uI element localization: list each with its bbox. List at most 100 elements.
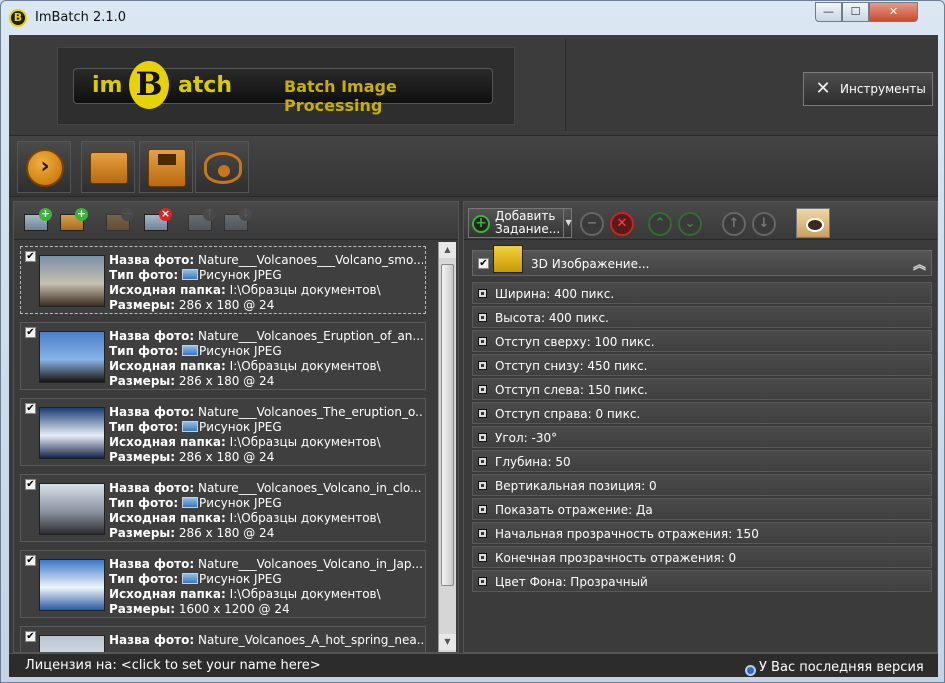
wrench-icon: ✕ [815, 78, 831, 99]
list-item[interactable]: ✔ Назва фото: Nature___Volcanoes_Volcano… [20, 550, 426, 618]
open-folder-button[interactable] [81, 141, 135, 193]
status-bar: Лицензия на: <click to set your name her… [9, 653, 938, 677]
preview-button[interactable] [195, 141, 249, 193]
delete-all-tasks-button[interactable]: ✕ [610, 212, 634, 236]
task-property[interactable]: Вертикальная позиция: 0 [472, 474, 932, 496]
item-checkbox[interactable]: ✔ [25, 479, 36, 490]
remove-task-button[interactable]: − [580, 212, 604, 236]
task-property[interactable]: Глубина: 50 [472, 450, 932, 472]
task-property[interactable]: Отступ справа: 0 пикс. [472, 402, 932, 424]
expand-icon [478, 457, 487, 466]
item-checkbox[interactable]: ✔ [25, 403, 36, 414]
photo-name: Назва фото: Nature_Volcanoes_A_hot_sprin… [109, 633, 423, 647]
item-checkbox[interactable]: ✔ [25, 555, 36, 566]
photo-type: Тип фото: Рисунок JPEG [109, 572, 282, 586]
save-button[interactable] [139, 141, 193, 193]
minus-icon: − [121, 207, 134, 221]
list-item[interactable]: ✔ Назва фото: Nature___Volcanoes_Eruptio… [20, 322, 426, 390]
image-list-toolbar: + + − × ↑ ↓ [14, 202, 458, 240]
add-task-label: Добавить Задание... [495, 210, 561, 236]
add-task-button[interactable]: + Добавить Задание... ▼ [468, 208, 572, 238]
scroll-up-arrow-icon[interactable]: ▲ [439, 242, 456, 258]
move-task-up-button[interactable]: ⌃ [648, 212, 672, 236]
add-images-button[interactable]: + [20, 208, 52, 236]
image-list[interactable]: ✔ Назва фото: Nature___Volcanoes___Volca… [14, 242, 436, 652]
item-checkbox[interactable]: ✔ [25, 631, 36, 642]
scroll-down-arrow-icon[interactable]: ▼ [439, 634, 456, 650]
move-down-button[interactable]: ↓ [220, 208, 252, 236]
plus-icon: + [472, 215, 490, 233]
version-status[interactable]: У Вас последняя версия [741, 660, 924, 676]
jpeg-file-icon [182, 573, 199, 584]
expand-icon [478, 361, 487, 370]
3d-image-icon [493, 245, 523, 273]
image-size: Размеры: 286 x 180 @ 24 [109, 526, 275, 540]
move-up-button[interactable]: ↑ [184, 208, 216, 236]
thumbnail [39, 559, 105, 611]
photo-name: Назва фото: Nature___Volcanoes_Eruption_… [109, 329, 423, 343]
run-batch-button[interactable]: › [17, 141, 71, 193]
brand-text-atch: atch [178, 73, 233, 98]
task-property[interactable]: Ширина: 400 пикс. [472, 282, 932, 304]
task-property[interactable]: Показать отражение: Да [472, 498, 932, 520]
item-checkbox[interactable]: ✔ [25, 327, 36, 338]
task-property[interactable]: Отступ слева: 150 пикс. [472, 378, 932, 400]
task-property[interactable]: Высота: 400 пикс. [472, 306, 932, 328]
collapse-all-button[interactable]: ↓ [752, 212, 776, 236]
brand-tagline: Batch Image Processing [284, 77, 397, 115]
task-property[interactable]: Конечная прозрачность отражения: 0 [472, 546, 932, 568]
task-property[interactable]: Начальная прозрачность отражения: 150 [472, 522, 932, 544]
client-area: im B atch Batch Image Processing ✕ Инстр… [9, 35, 938, 677]
add-folder-button[interactable]: + [56, 208, 88, 236]
list-item[interactable]: ✔ Назва фото: Nature___Volcanoes_The_eru… [20, 398, 426, 466]
source-folder: Исходная папка: I:\Образцы документов\ [109, 283, 381, 297]
expand-icon [478, 337, 487, 346]
close-button[interactable]: ✕ [869, 2, 918, 22]
photo-type: Тип фото: Рисунок JPEG [109, 344, 282, 358]
chevron-down-icon[interactable]: ▼ [563, 209, 573, 237]
photo-name: Назва фото: Nature___Volcanoes___Volcano… [109, 253, 423, 267]
minimize-button[interactable]: — [815, 2, 842, 22]
application-window: B ImBatch 2.1.0 — ☐ ✕ im B atch Batch Im… [0, 0, 945, 683]
photo-type: Тип фото: Рисунок JPEG [109, 420, 282, 434]
arrow-down-icon: ↓ [239, 207, 252, 221]
list-item[interactable]: ✔ Назва фото: Nature_Volcanoes_A_hot_spr… [20, 626, 426, 652]
list-item[interactable]: ✔ Назва фото: Nature___Volcanoes___Volca… [20, 246, 426, 314]
expand-icon [478, 409, 487, 418]
brand-banner: im B atch Batch Image Processing [73, 61, 493, 115]
scrollbar-thumb[interactable] [441, 264, 454, 586]
task-property[interactable]: Отступ снизу: 450 пикс. [472, 354, 932, 376]
remove-images-button[interactable]: × [140, 208, 172, 236]
license-link[interactable]: Лицензия на: <click to set your name her… [25, 658, 321, 673]
thumbnail [39, 483, 105, 535]
image-size: Размеры: 286 x 180 @ 24 [109, 298, 275, 312]
title-bar[interactable]: B ImBatch 2.1.0 — ☐ ✕ [1, 1, 944, 35]
move-task-down-button[interactable]: ⌄ [678, 212, 702, 236]
collapse-icon[interactable]: ︽ [913, 254, 926, 273]
photo-name: Назва фото: Nature___Volcanoes_Volcano_i… [109, 481, 422, 495]
jpeg-file-icon [182, 497, 199, 508]
remove-folder-button[interactable]: − [102, 208, 134, 236]
jpeg-file-icon [182, 421, 199, 432]
expand-icon [478, 553, 487, 562]
floppy-disk-icon [148, 149, 186, 187]
tools-button[interactable]: ✕ Инструменты [803, 72, 933, 106]
item-checkbox[interactable]: ✔ [25, 251, 36, 262]
task-header[interactable]: ✔ 3D Изображение... ︽ [472, 245, 932, 276]
task-property[interactable]: Отступ сверху: 100 пикс. [472, 330, 932, 352]
image-list-scrollbar[interactable]: ▲ ▼ [438, 242, 456, 652]
maximize-button[interactable]: ☐ [842, 2, 869, 22]
header: im B atch Batch Image Processing ✕ Инстр… [9, 35, 938, 135]
thumbnail [39, 255, 105, 307]
expand-all-button[interactable]: ↑ [722, 212, 746, 236]
source-folder: Исходная папка: I:\Образцы документов\ [109, 435, 381, 449]
preview-eye-button[interactable] [796, 208, 830, 238]
thumbnail [39, 407, 105, 459]
task-property[interactable]: Угол: -30° [472, 426, 932, 448]
task-property[interactable]: Цвет Фона: Прозрачный [472, 570, 932, 592]
list-item[interactable]: ✔ Назва фото: Nature___Volcanoes_Volcano… [20, 474, 426, 542]
source-folder: Исходная папка: I:\Образцы документов\ [109, 587, 381, 601]
expand-icon [478, 313, 487, 322]
task-checkbox[interactable]: ✔ [478, 258, 489, 269]
arrow-up-icon: ↑ [203, 207, 216, 221]
